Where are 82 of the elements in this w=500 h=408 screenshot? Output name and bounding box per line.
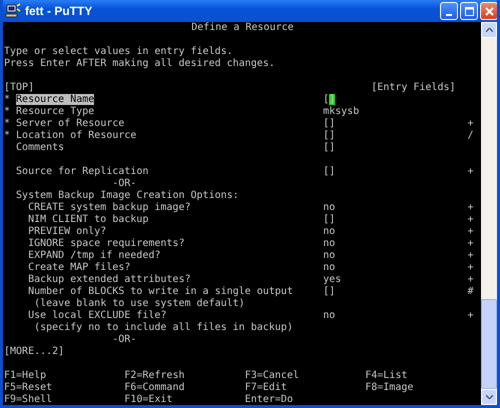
minimize-button[interactable] xyxy=(440,2,458,20)
field-label[interactable]: IGNORE space requirements? xyxy=(28,238,185,249)
field-value[interactable]: [] xyxy=(323,166,336,177)
function-key-label: F6=Command xyxy=(124,382,186,394)
field-label[interactable]: Number of BLOCKS to write in a single output xyxy=(28,286,293,297)
scroll-up-button[interactable] xyxy=(481,22,497,38)
up-chevron-icon xyxy=(486,28,492,32)
field-value[interactable]: no xyxy=(323,310,336,321)
field-hint: # xyxy=(468,286,474,297)
field-label[interactable]: Source for Replication xyxy=(16,166,148,177)
or-separator: -OR- xyxy=(112,178,136,189)
field-value[interactable]: no xyxy=(323,226,336,237)
window-title: fett - PuTTY xyxy=(25,4,94,18)
function-key-label: F1=Help xyxy=(4,370,48,382)
function-key-label: F5=Reset xyxy=(4,382,54,394)
function-key-label: F4=List xyxy=(365,370,408,382)
required-mark: * xyxy=(4,94,10,105)
field-label[interactable]: Location of Resource xyxy=(16,130,136,141)
field-label[interactable]: PREVIEW only? xyxy=(28,226,106,237)
function-key-label: Enter=Do xyxy=(244,394,294,405)
field-value[interactable]: [] xyxy=(323,142,336,153)
field-value[interactable]: no xyxy=(323,250,336,261)
computer-icon xyxy=(5,3,21,19)
field-label[interactable]: Create MAP files? xyxy=(28,262,130,273)
field-value[interactable]: [] xyxy=(323,286,336,297)
field-hint: + xyxy=(468,226,474,237)
maximize-button[interactable] xyxy=(460,2,478,20)
field-value[interactable]: [] xyxy=(323,130,336,141)
field-label[interactable]: NIM CLIENT to backup xyxy=(28,214,148,225)
instruction-text: Type or select values in entry fields. xyxy=(4,46,233,57)
field-value[interactable]: mksysb xyxy=(323,106,360,117)
close-icon xyxy=(484,6,494,16)
field-hint: + xyxy=(468,274,474,285)
field-value[interactable]: [] xyxy=(323,94,336,105)
function-key-label: F7=Edit xyxy=(244,382,288,394)
or-separator: -OR- xyxy=(112,334,136,345)
field-note: (specify no to include all files in backup) xyxy=(34,322,293,333)
required-mark: * xyxy=(4,118,10,129)
group-heading: System Backup Image Creation Options: xyxy=(16,190,239,201)
required-mark: * xyxy=(4,106,10,117)
function-key-label: F8=Image xyxy=(365,382,414,394)
field-label[interactable]: Resource Name xyxy=(16,94,94,105)
field-hint: + xyxy=(468,238,474,249)
down-chevron-icon xyxy=(486,395,492,399)
field-value[interactable]: no xyxy=(323,238,336,249)
field-label[interactable]: Resource Type xyxy=(16,106,94,117)
function-key-label: F10=Exit xyxy=(124,394,174,405)
field-note: (leave blank to use system default) xyxy=(34,298,245,309)
column-header: [Entry Fields] xyxy=(370,82,457,94)
field-hint: + xyxy=(468,118,474,129)
field-hint: + xyxy=(468,202,474,213)
field-hint: + xyxy=(468,310,474,321)
field-label[interactable]: CREATE system backup image? xyxy=(28,202,191,213)
field-value[interactable]: no xyxy=(323,262,336,273)
maximize-icon xyxy=(464,6,474,16)
field-label[interactable]: Backup extended attributes? xyxy=(28,274,191,285)
field-hint: + xyxy=(468,250,474,261)
instruction-text: Press Enter AFTER making all desired changes. xyxy=(4,58,275,69)
field-label[interactable]: Server of Resource xyxy=(16,118,124,129)
scrollbar-thumb[interactable] xyxy=(481,299,497,389)
scrollbar[interactable] xyxy=(481,22,497,405)
function-key-label: F9=Shell xyxy=(4,394,54,405)
scroll-down-button[interactable] xyxy=(481,389,497,405)
function-key-label: F3=Cancel xyxy=(244,370,300,382)
field-value[interactable]: yes xyxy=(323,274,342,285)
field-value[interactable]: no xyxy=(323,202,336,213)
field-hint: + xyxy=(468,166,474,177)
field-hint: + xyxy=(468,262,474,273)
function-key-label: F2=Refresh xyxy=(124,370,186,382)
field-label[interactable]: EXPAND /tmp if needed? xyxy=(28,250,161,261)
field-value[interactable]: [] xyxy=(323,118,336,129)
close-button[interactable] xyxy=(480,2,497,20)
more-indicator: [MORE...2] xyxy=(4,346,64,357)
top-marker: [TOP] xyxy=(4,82,36,94)
minimize-icon xyxy=(446,14,452,16)
field-value[interactable]: [] xyxy=(323,214,336,225)
field-hint: / xyxy=(468,130,474,141)
field-hint: + xyxy=(468,214,474,225)
screen-title: Define a Resource xyxy=(191,22,294,33)
required-mark: * xyxy=(4,130,10,141)
field-label[interactable]: Use local EXCLUDE file? xyxy=(28,310,167,321)
field-label[interactable]: Comments xyxy=(16,142,64,153)
